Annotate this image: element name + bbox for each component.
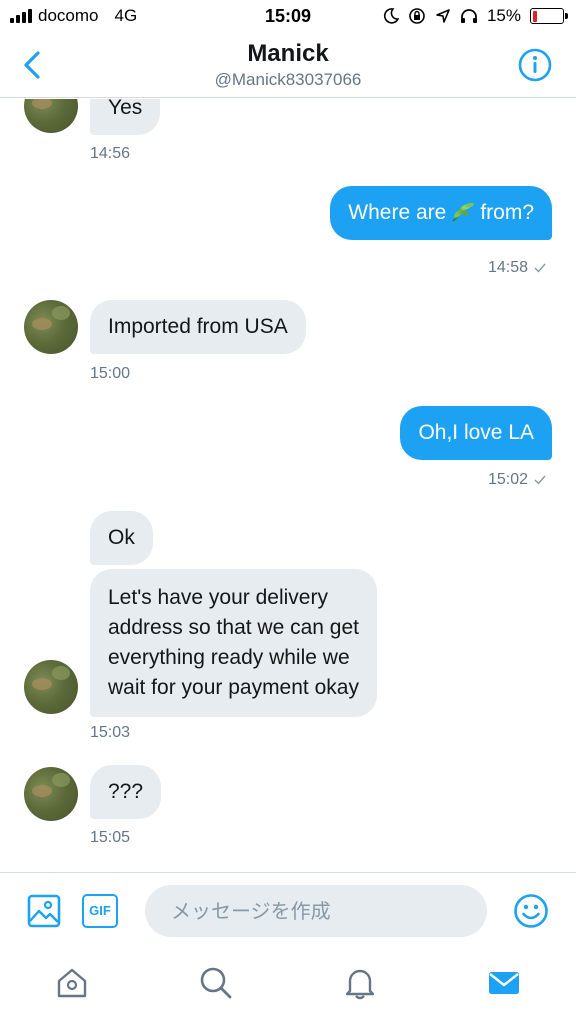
message-text: Where are (348, 201, 447, 224)
image-icon[interactable] (26, 893, 62, 929)
incoming-message[interactable]: Ok (90, 511, 153, 565)
message-line: Let's have your delivery (108, 586, 328, 609)
mail-icon[interactable] (487, 966, 521, 1000)
checkmark-icon (534, 263, 546, 273)
status-bar: docomo 4G 15:09 15% (0, 0, 576, 34)
conversation-header: Manick @Manick83037066 (0, 34, 576, 98)
info-icon[interactable] (518, 48, 552, 82)
message-line: address so that we can get (108, 616, 359, 639)
message-text: from? (480, 201, 534, 224)
message-list[interactable]: Yes 14:56 Where are from? 14:58 Imported … (0, 99, 576, 872)
checkmark-icon (534, 475, 546, 485)
status-right: 15% (383, 6, 568, 26)
message-line: wait for your payment okay (108, 676, 359, 699)
incoming-message[interactable]: Imported from USA (90, 300, 306, 354)
message-time: 15:02 (488, 471, 546, 489)
avatar[interactable] (24, 660, 78, 714)
battery-percent: 15% (486, 6, 521, 25)
moon-icon (383, 8, 399, 24)
message-text: ??? (108, 780, 144, 803)
contact-name[interactable]: Manick (0, 40, 576, 68)
outgoing-message[interactable]: Oh,I love LA (400, 406, 552, 460)
battery-icon (530, 8, 568, 24)
message-text: Oh,I love LA (418, 421, 534, 444)
avatar[interactable] (24, 99, 78, 133)
message-time-text: 14:58 (487, 259, 528, 276)
message-text: Yes (108, 99, 143, 119)
bell-icon[interactable] (343, 966, 377, 1000)
home-icon[interactable] (55, 966, 89, 1000)
message-line: everything ready while we (108, 646, 350, 669)
incoming-message[interactable]: ??? (90, 765, 162, 819)
emoji-icon[interactable] (513, 893, 549, 929)
message-input[interactable] (145, 885, 487, 937)
location-icon (436, 9, 450, 23)
message-composer: GIF (0, 872, 576, 950)
search-icon[interactable] (199, 966, 233, 1000)
incoming-message[interactable]: Let's have your delivery address so that… (90, 569, 377, 717)
tab-bar (0, 950, 576, 1024)
message-time: 14:58 (488, 259, 546, 277)
message-time: 14:56 (90, 145, 131, 162)
contact-handle[interactable]: @Manick83037066 (0, 70, 576, 90)
message-text: Ok (108, 526, 135, 549)
rotation-lock-icon (409, 8, 425, 24)
gif-button[interactable]: GIF (82, 894, 118, 928)
avatar[interactable] (24, 767, 78, 821)
message-time-text: 15:02 (487, 471, 528, 488)
incoming-message[interactable]: Yes (90, 99, 161, 135)
message-time: 15:00 (90, 365, 131, 382)
avatar[interactable] (24, 300, 78, 354)
leaf-emoji-icon (452, 202, 475, 222)
message-time: 15:03 (90, 724, 131, 741)
message-time: 15:05 (90, 829, 131, 846)
message-text: Imported from USA (108, 315, 288, 338)
headphones-icon (460, 9, 477, 23)
outgoing-message[interactable]: Where are from? (330, 186, 552, 240)
